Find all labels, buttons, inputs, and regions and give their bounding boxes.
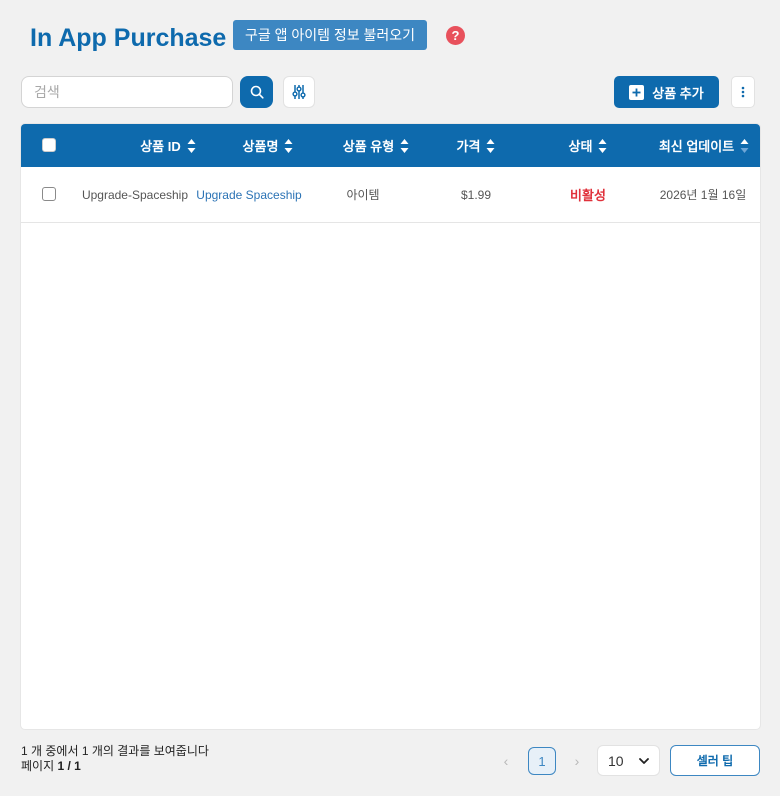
add-product-button[interactable]: 상품 추가: [614, 76, 719, 108]
help-icon[interactable]: ?: [446, 26, 465, 45]
table-header: 상품 ID 상품명 상품 유형 가격 상태 최신 업데이트: [21, 124, 760, 167]
cell-product-name-link[interactable]: Upgrade Spaceship: [193, 167, 305, 222]
more-vertical-icon: [741, 86, 745, 98]
select-all-checkbox[interactable]: [42, 138, 56, 152]
column-header-label: 가격: [456, 139, 481, 154]
sort-icon: [187, 138, 196, 153]
chevron-left-icon[interactable]: ‹: [496, 749, 516, 773]
page-label: 페이지: [21, 759, 55, 773]
column-header-label: 상품명: [242, 139, 279, 154]
cell-updated: 2026년 1월 16일: [659, 188, 747, 202]
cell-price: $1.99: [460, 187, 492, 202]
seller-tips-button[interactable]: 셀러 팁: [670, 745, 760, 776]
import-google-items-button[interactable]: 구글 앱 아이템 정보 불러오기: [233, 20, 427, 50]
cell-product-type: 아이템: [346, 188, 380, 202]
search-icon: [250, 85, 264, 99]
page-value: 1 / 1: [57, 759, 81, 773]
filter-button[interactable]: [283, 76, 315, 108]
sort-icon: [740, 138, 749, 153]
page-info: 페이지 1 / 1: [21, 759, 81, 774]
column-header-label: 상품 유형: [342, 139, 395, 154]
per-page-select[interactable]: 10: [597, 745, 660, 776]
row-checkbox[interactable]: [42, 187, 56, 201]
column-header-label: 최신 업데이트: [658, 139, 735, 154]
chevron-down-icon: [639, 757, 649, 764]
cell-product-id: Upgrade-Spaceship: [81, 187, 189, 202]
column-header-price[interactable]: 가격: [423, 124, 529, 167]
sort-icon: [400, 138, 409, 153]
column-header-status[interactable]: 상태: [534, 124, 642, 167]
add-product-label: 상품 추가: [652, 85, 704, 101]
page-title: In App Purchase: [30, 24, 227, 52]
search-button[interactable]: [240, 76, 273, 108]
products-table: 상품 ID 상품명 상품 유형 가격 상태 최신 업데이트 Upgrade-Sp…: [21, 124, 760, 729]
table-row: Upgrade-Spaceship Upgrade Spaceship 아이템 …: [21, 167, 760, 223]
chevron-right-icon[interactable]: ›: [567, 749, 587, 773]
sort-icon: [284, 138, 293, 153]
plus-icon: [629, 84, 645, 100]
results-summary: 1 개 중에서 1 개의 결과를 보여줍니다: [21, 744, 209, 758]
search-input[interactable]: [21, 76, 233, 108]
more-options-button[interactable]: [731, 76, 755, 108]
column-header-updated[interactable]: 최신 업데이트: [648, 124, 760, 167]
column-header-label: 상태: [568, 139, 593, 154]
pagination-page-1[interactable]: 1: [528, 747, 556, 775]
filter-sliders-icon: [292, 85, 306, 99]
cell-status-badge: 비활성: [570, 188, 606, 203]
sort-icon: [486, 138, 495, 153]
sort-icon: [598, 138, 607, 153]
per-page-value: 10: [608, 752, 624, 769]
column-header-label: 상품 ID: [140, 139, 181, 154]
